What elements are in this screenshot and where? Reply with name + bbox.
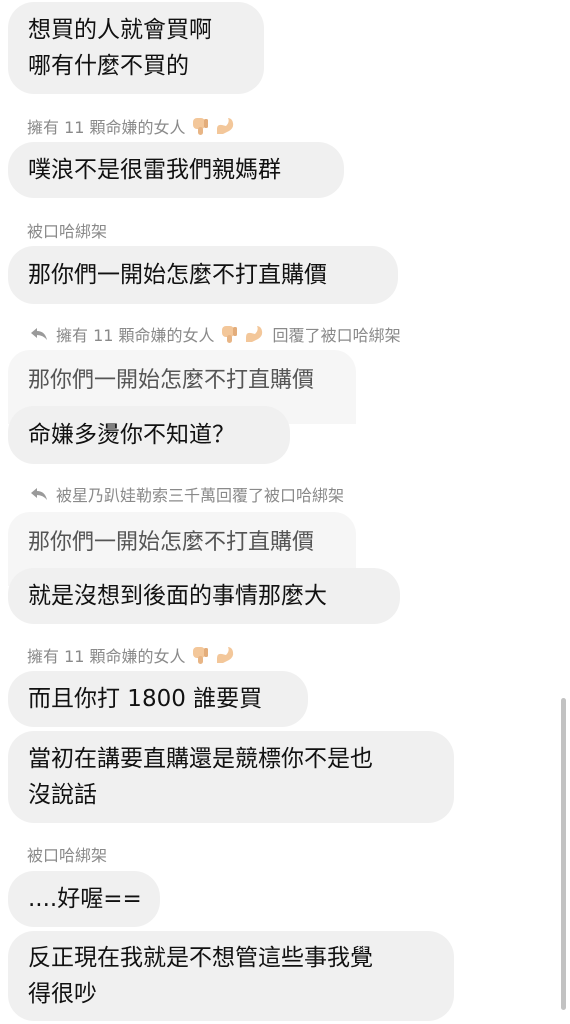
sender-name[interactable]: 擁有 11 顆命嫌的女人 <box>27 643 236 667</box>
message-bubble[interactable]: 那你們一開始怎麼不打直購價 <box>8 246 398 304</box>
flexed-biceps-emoji-icon <box>216 118 233 134</box>
reply-from: 擁有 11 顆命嫌的女人 <box>56 326 215 345</box>
message-bubble[interactable]: 而且你打 1800 誰要買 <box>8 671 308 727</box>
message-text: 得很吵 <box>28 981 97 1007</box>
reply-meta: 擁有 11 顆命嫌的女人 回覆了 被口哈綁架 <box>30 322 401 346</box>
sender-name[interactable]: 擁有 11 顆命嫌的女人 <box>27 114 236 138</box>
sender-label: 被口哈綁架 <box>27 222 108 241</box>
thumbs-down-emoji-icon <box>192 647 208 664</box>
message-text: 那你們一開始怎麼不打直購價 <box>28 262 327 288</box>
sender-label: 擁有 11 顆命嫌的女人 <box>27 118 186 137</box>
reply-to: 被口哈綁架 <box>320 326 401 345</box>
sender-name[interactable]: 被口哈綁架 <box>27 842 107 866</box>
message-text: 當初在講要直購還是競標你不是也 <box>28 746 373 772</box>
sender-name[interactable]: 被口哈綁架 <box>27 218 107 242</box>
message-text: ....好喔== <box>28 886 142 912</box>
message-text: 想買的人就會買啊 <box>28 17 212 43</box>
message-bubble[interactable]: 反正現在我就是不想管這些事我覺 得很吵 <box>8 931 454 1021</box>
reply-meta: 被星乃趴娃勒索三千萬回覆了被口哈綁架 <box>30 482 344 506</box>
flexed-biceps-emoji-icon <box>245 326 262 342</box>
message-bubble[interactable]: 命嫌多燙你不知道？ <box>8 406 290 464</box>
message-text: 沒說話 <box>28 782 97 808</box>
message-bubble[interactable]: 噗浪不是很雷我們親媽群 <box>8 142 344 198</box>
message-bubble[interactable]: 就是沒想到後面的事情那麼大 <box>8 568 400 624</box>
message-bubble[interactable]: ....好喔== <box>8 871 160 927</box>
message-bubble[interactable]: 當初在講要直購還是競標你不是也 沒說話 <box>8 731 454 823</box>
scrollbar-thumb[interactable] <box>561 698 566 1010</box>
message-bubble[interactable]: 想買的人就會買啊 哪有什麼不買的 <box>8 2 264 94</box>
quoted-text: 那你們一開始怎麼不打直購價 <box>28 368 315 393</box>
message-text: 就是沒想到後面的事情那麼大 <box>28 583 327 609</box>
flexed-biceps-emoji-icon <box>216 647 233 663</box>
message-text: 反正現在我就是不想管這些事我覺 <box>28 945 373 971</box>
message-text: 哪有什麼不買的 <box>28 53 189 79</box>
thumbs-down-emoji-icon <box>192 118 208 135</box>
reply-verb: 回覆了 <box>272 326 321 345</box>
reply-arrow-icon <box>31 488 47 500</box>
thumbs-down-emoji-icon <box>221 326 237 343</box>
chat-thread: 想買的人就會買啊 哪有什麼不買的 擁有 11 顆命嫌的女人 噗浪不是很雷我們親媽… <box>0 0 570 1024</box>
quoted-text: 那你們一開始怎麼不打直購價 <box>28 530 315 555</box>
message-text: 命嫌多燙你不知道？ <box>28 422 235 448</box>
sender-label: 被口哈綁架 <box>27 846 108 865</box>
message-text: 噗浪不是很雷我們親媽群 <box>28 157 281 183</box>
reply-text: 被星乃趴娃勒索三千萬回覆了被口哈綁架 <box>56 486 345 505</box>
sender-label: 擁有 11 顆命嫌的女人 <box>27 647 186 666</box>
reply-arrow-icon <box>31 328 47 340</box>
message-text: 而且你打 1800 誰要買 <box>28 686 263 712</box>
